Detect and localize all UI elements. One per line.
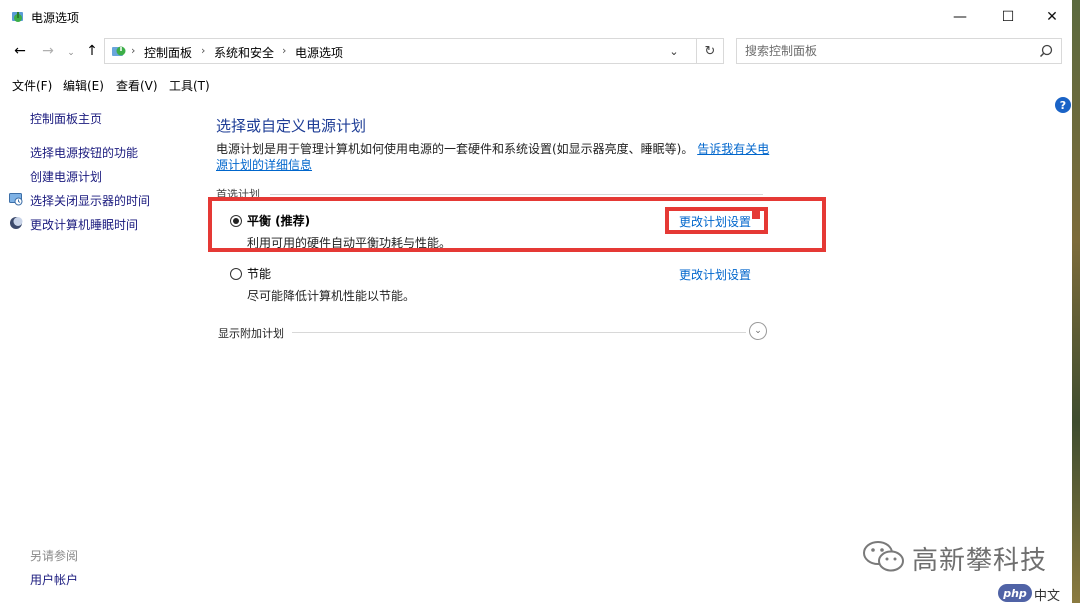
wechat-logo-icon — [863, 541, 904, 572]
sidebar-control-panel-home[interactable]: 控制面板主页 — [30, 110, 102, 127]
php-site-name: 中文网 — [1034, 589, 1061, 603]
close-button[interactable]: ✕ — [1029, 0, 1072, 34]
control-panel-icon — [112, 46, 126, 56]
help-icon[interactable]: ? — [1055, 97, 1071, 113]
minimize-button[interactable]: — — [937, 0, 983, 34]
breadcrumb-system-security[interactable]: 系统和安全 — [214, 44, 274, 61]
window-title: 电源选项 — [31, 11, 80, 25]
menu-view[interactable]: 查看(V) — [116, 77, 158, 94]
sidebar-display-off-time[interactable]: 选择关闭显示器的时间 — [30, 192, 150, 209]
sidebar-power-button-function[interactable]: 选择电源按钮的功能 — [30, 144, 138, 161]
search-input[interactable] — [737, 39, 1035, 63]
page-description: 电源计划是用于管理计算机如何使用电源的一套硬件和系统设置(如显示器亮度、睡眠等)… — [216, 141, 776, 173]
sidebar-user-accounts[interactable]: 用户帐户 — [30, 571, 78, 588]
title-bar: 电源选项 — ☐ ✕ — [0, 0, 1072, 34]
chevron-right-icon: › — [131, 44, 136, 57]
power-options-icon — [12, 12, 23, 22]
expand-chevron-icon[interactable]: ⌄ — [749, 322, 767, 340]
chevron-right-icon: › — [282, 44, 287, 57]
power-saver-plan-desc: 尽可能降低计算机性能以节能。 — [247, 289, 416, 303]
section-divider — [292, 332, 746, 333]
show-additional-plans-label: 显示附加计划 — [218, 327, 284, 340]
breadcrumb-power-options[interactable]: 电源选项 — [295, 44, 343, 61]
back-arrow-icon[interactable]: ← — [10, 41, 30, 61]
menu-edit[interactable]: 编辑(E) — [63, 77, 104, 94]
forward-arrow-icon[interactable]: → — [38, 41, 58, 61]
breadcrumb-control-panel[interactable]: 控制面板 — [144, 44, 192, 61]
maximize-button[interactable]: ☐ — [985, 0, 1031, 34]
up-arrow-icon[interactable]: ↑ — [82, 41, 102, 61]
sidebar-create-power-plan[interactable]: 创建电源计划 — [30, 168, 102, 185]
recent-dropdown-icon[interactable]: ⌄ — [61, 43, 81, 63]
sleep-moon-icon — [10, 217, 23, 229]
chevron-down-icon[interactable]: ⌄ — [661, 39, 687, 63]
power-saver-change-settings-link[interactable]: 更改计划设置 — [679, 266, 751, 283]
page-title: 选择或自定义电源计划 — [216, 117, 367, 135]
power-options-window: 电源选项 — ☐ ✕ ← → ⌄ ↑ › 控制面板 › 系统和安全 › 电源选项… — [0, 0, 1072, 603]
display-clock-icon — [9, 193, 23, 206]
menu-file[interactable]: 文件(F) — [12, 77, 52, 94]
power-saver-plan-radio[interactable] — [230, 268, 242, 280]
chevron-right-icon: › — [201, 44, 206, 57]
highlight-marker — [752, 211, 760, 219]
desktop-background — [1072, 0, 1080, 603]
address-bar[interactable]: › 控制面板 › 系统和安全 › 电源选项 ⌄ — [104, 38, 724, 64]
description-text: 电源计划是用于管理计算机如何使用电源的一套硬件和系统设置(如显示器亮度、睡眠等)… — [216, 142, 694, 156]
php-logo: php — [998, 584, 1032, 602]
refresh-icon[interactable]: ↻ — [696, 38, 724, 64]
menu-tools[interactable]: 工具(T) — [169, 77, 210, 94]
search-icon[interactable] — [1039, 44, 1053, 58]
section-divider — [270, 194, 763, 195]
search-field[interactable] — [736, 38, 1062, 64]
sidebar-sleep-time[interactable]: 更改计算机睡眠时间 — [30, 216, 138, 233]
watermark-brand: 高新攀科技 — [912, 546, 1048, 576]
see-also-label: 另请参阅 — [30, 549, 79, 563]
power-saver-plan-name[interactable]: 节能 — [247, 265, 271, 282]
